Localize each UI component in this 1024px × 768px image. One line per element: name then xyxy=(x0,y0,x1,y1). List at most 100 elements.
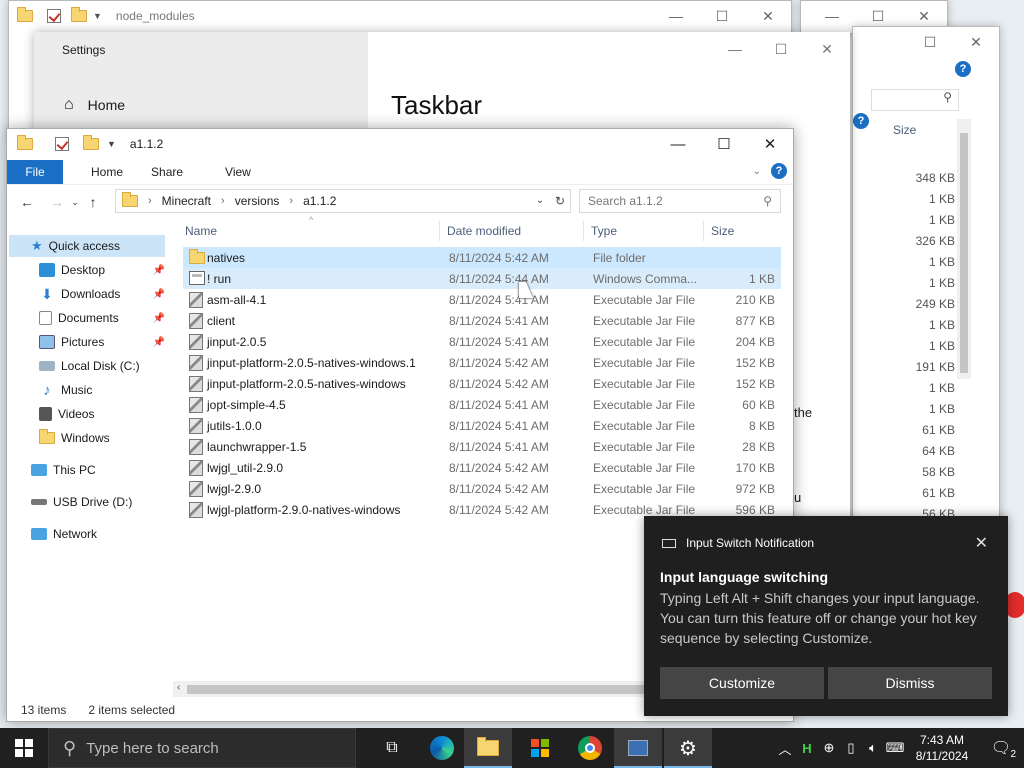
chevron-up-icon[interactable]: ︿ xyxy=(774,739,796,758)
forward-button[interactable]: → xyxy=(45,194,69,210)
maximize-icon[interactable]: ☐ xyxy=(855,8,901,25)
file-row[interactable]: client 8/11/2024 5:41 AM Executable Jar Fi… xyxy=(183,310,781,331)
wifi-icon[interactable]: ▯ xyxy=(840,740,862,756)
explorer-titlebar[interactable]: ▼ a1.1.2 — ☐ ✕ xyxy=(7,129,793,159)
tray-app-icon[interactable]: H xyxy=(796,741,818,756)
close-icon[interactable]: ✕ xyxy=(804,41,850,58)
clock[interactable]: 7:43 AM 8/11/2024 xyxy=(906,732,978,764)
file-explorer-button[interactable] xyxy=(464,728,512,768)
tab-share[interactable]: Share xyxy=(137,165,197,179)
minimize-icon[interactable]: — xyxy=(653,8,699,24)
tab-view[interactable]: View xyxy=(211,165,265,179)
file-row[interactable]: jinput-platform-2.0.5-natives-windows 8/1… xyxy=(183,373,781,394)
maximize-icon[interactable]: ☐ xyxy=(758,41,804,58)
minimize-icon[interactable]: — xyxy=(712,41,758,57)
breadcrumb-item[interactable]: versions xyxy=(235,194,280,208)
maximize-icon[interactable]: ☐ xyxy=(699,8,745,25)
file-row[interactable]: jinput-platform-2.0.5-natives-windows.1 8… xyxy=(183,352,781,373)
file-row[interactable]: lwjgl_util-2.9.0 8/11/2024 5:42 AM Executa… xyxy=(183,457,781,478)
up-button[interactable]: ↑ xyxy=(81,194,105,210)
properties-icon[interactable] xyxy=(55,137,69,151)
expand-ribbon-icon[interactable]: ⌄ xyxy=(753,166,761,177)
properties-icon[interactable] xyxy=(47,9,61,23)
nav-network[interactable]: Network xyxy=(31,523,97,545)
file-row[interactable]: launchwrapper-1.5 8/11/2024 5:41 AM Execut… xyxy=(183,436,781,457)
file-row[interactable]: asm-all-4.1 8/11/2024 5:41 AM Executable J… xyxy=(183,289,781,310)
column-header-type[interactable]: Type xyxy=(591,224,617,238)
action-center-button[interactable]: 🗨︎ 2 xyxy=(978,738,1024,760)
chrome-button[interactable] xyxy=(566,728,614,768)
breadcrumb-item[interactable]: a1.1.2 xyxy=(303,194,336,208)
edge-browser-button[interactable] xyxy=(418,728,466,768)
address-bar[interactable]: › Minecraft › versions › a1.1.2 ⌄ ↻ xyxy=(115,189,571,213)
chevron-right-icon[interactable]: › xyxy=(289,195,293,207)
column-header-date[interactable]: Date modified xyxy=(447,224,521,238)
minimize-button[interactable]: — xyxy=(655,129,701,159)
maximize-icon[interactable]: ☐ xyxy=(907,34,953,51)
notification-close-icon[interactable]: ✕ xyxy=(975,533,988,553)
horizontal-scrollbar[interactable]: ‹ xyxy=(173,681,653,697)
taskbar-search-box[interactable]: ⚲ Type here to search xyxy=(48,728,356,768)
nav-desktop[interactable]: Desktop 📌 xyxy=(39,259,165,281)
address-dropdown-icon[interactable]: ⌄ xyxy=(530,190,550,212)
pin-icon[interactable]: 📌 xyxy=(153,265,165,276)
input-app-button[interactable] xyxy=(614,728,662,768)
help-icon[interactable]: ? xyxy=(853,113,869,129)
nav-documents[interactable]: Documents 📌 xyxy=(39,307,165,329)
file-row[interactable]: ! run 8/11/2024 5:44 AM Windows Comma... 1 … xyxy=(183,268,781,289)
tab-file[interactable]: File xyxy=(7,159,63,184)
store-button[interactable] xyxy=(516,728,564,768)
input-switch-notification[interactable]: Input Switch Notification ✕ Input langua… xyxy=(644,516,1008,716)
scrollbar[interactable] xyxy=(957,119,971,379)
settings-home-link[interactable]: ⌂ Home xyxy=(64,96,125,114)
close-icon[interactable]: ✕ xyxy=(901,8,947,25)
qat-dropdown-icon[interactable]: ▼ xyxy=(93,11,102,21)
network-tray-icon[interactable]: ⊕ xyxy=(818,740,840,756)
scroll-left-icon[interactable]: ‹ xyxy=(177,682,180,693)
task-view-button[interactable]: ⧉ xyxy=(368,728,416,768)
refresh-icon[interactable]: ↻ xyxy=(550,190,570,212)
help-icon[interactable]: ? xyxy=(771,163,787,179)
file-row[interactable]: jutils-1.0.0 8/11/2024 5:41 AM Executable … xyxy=(183,415,781,436)
new-folder-icon[interactable] xyxy=(83,135,99,150)
new-folder-icon[interactable] xyxy=(71,7,87,22)
dismiss-button[interactable]: Dismiss xyxy=(828,667,992,699)
language-icon[interactable]: ⌨ xyxy=(884,740,906,756)
nav-windows[interactable]: Windows xyxy=(39,427,110,449)
nav-local-disk[interactable]: Local Disk (C:) xyxy=(39,355,140,377)
nav-downloads[interactable]: ⬇ Downloads 📌 xyxy=(39,283,165,305)
column-header-size[interactable]: Size xyxy=(893,123,916,137)
background-window-3[interactable]: ☐ ✕ ? ⚲ ? Size 348 KB 1 KB 1 KB 326 KB 1 KB 1… xyxy=(852,26,1000,522)
volume-icon[interactable]: 🔈︎ xyxy=(862,740,884,756)
chevron-right-icon[interactable]: › xyxy=(148,195,152,207)
pin-icon[interactable]: 📌 xyxy=(153,337,165,348)
chevron-right-icon[interactable]: › xyxy=(221,195,225,207)
file-row[interactable]: lwjgl-2.9.0 8/11/2024 5:42 AM Executable J… xyxy=(183,478,781,499)
nav-quick-access[interactable]: ★ Quick access xyxy=(9,235,165,257)
qat-dropdown-icon[interactable]: ▼ xyxy=(107,139,116,149)
nav-usb-drive[interactable]: USB Drive (D:) xyxy=(31,491,132,513)
maximize-button[interactable]: ☐ xyxy=(701,129,747,159)
nav-this-pc[interactable]: This PC xyxy=(31,459,96,481)
pin-icon[interactable]: 📌 xyxy=(153,289,165,300)
file-row[interactable]: jinput-2.0.5 8/11/2024 5:41 AM Executable … xyxy=(183,331,781,352)
pin-icon[interactable]: 📌 xyxy=(153,313,165,324)
recent-locations-icon[interactable]: ⌄ xyxy=(69,197,81,208)
column-header-size[interactable]: Size xyxy=(711,224,734,238)
back-button[interactable]: ← xyxy=(15,194,39,210)
scrollbar-thumb[interactable] xyxy=(187,685,647,694)
nav-music[interactable]: ♪ Music xyxy=(39,379,92,401)
start-button[interactable] xyxy=(0,728,48,768)
column-header-name[interactable]: Name xyxy=(185,224,217,238)
close-button[interactable]: ✕ xyxy=(747,129,793,159)
minimize-icon[interactable]: — xyxy=(809,8,855,24)
customize-button[interactable]: Customize xyxy=(660,667,824,699)
tab-home[interactable]: Home xyxy=(77,165,137,179)
background-search-box[interactable]: ⚲ xyxy=(871,89,959,111)
folder-row[interactable]: natives 8/11/2024 5:42 AM File folder xyxy=(183,247,781,268)
close-icon[interactable]: ✕ xyxy=(953,34,999,51)
breadcrumb-item[interactable]: Minecraft xyxy=(162,194,211,208)
close-icon[interactable]: ✕ xyxy=(745,8,791,25)
help-icon[interactable]: ? xyxy=(955,61,971,77)
search-input[interactable]: Search a1.1.2 ⚲ xyxy=(579,189,781,213)
